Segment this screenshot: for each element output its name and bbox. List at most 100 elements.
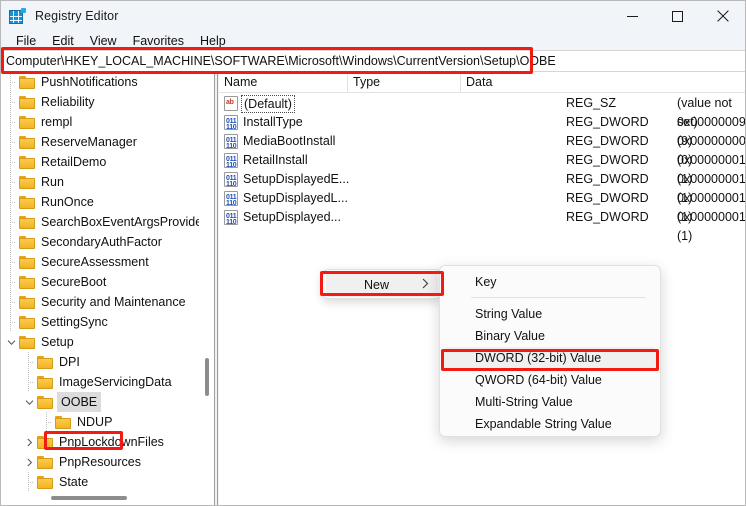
submenu-item-key[interactable]: Key [444,271,656,293]
context-menu-item-new[interactable]: New [326,273,438,297]
folder-icon [37,435,54,449]
chevron-right-icon[interactable] [21,432,37,452]
tree-horizontal-scrollbar[interactable] [1,491,214,505]
tree-guide-line [3,312,19,332]
tree-item-label: rempl [41,115,73,129]
tree-item-reservemanager[interactable]: ReserveManager [1,132,197,152]
table-row[interactable]: 011 110 SetupDisplayedE... REG_DWORD 0x00000… [219,170,745,205]
tree-item-runonce[interactable]: RunOnce [1,192,197,212]
tree-guide-line [3,72,19,92]
folder-icon [19,255,36,269]
folder-icon [37,475,54,489]
registry-tree-pane[interactable]: PushNotifications Reliability rempl Reserve… [1,72,214,505]
folder-icon [19,155,36,169]
submenu-item-string-value[interactable]: String Value [444,303,656,325]
submenu-item-dword-32-bit-value[interactable]: DWORD (32-bit) Value [444,347,656,369]
tree-item-secondaryauthfactor[interactable]: SecondaryAuthFactor [1,232,197,252]
new-submenu: Key String Value Binary Value DWORD (32-bit… [439,265,661,437]
tree-item-setup[interactable]: Setup [1,332,197,352]
tree-item-label: SecondaryAuthFactor [41,235,162,249]
chevron-right-icon[interactable] [21,452,37,472]
minimize-button[interactable] [610,1,655,31]
tree-guide-line [3,172,19,192]
chevron-down-icon[interactable] [21,392,37,412]
dword-value-icon: 011 110 [224,153,238,168]
maximize-button[interactable] [655,1,700,31]
address-bar[interactable]: Computer\HKEY_LOCAL_MACHINE\SOFTWARE\Mic… [1,50,745,72]
tree-item-pnpresources[interactable]: PnpResources [1,452,197,472]
submenu-item-qword-64-bit-value[interactable]: QWORD (64-bit) Value [444,369,656,391]
folder-icon [55,415,72,429]
tree-item-security-and-maintenance[interactable]: Security and Maintenance [1,292,197,312]
dword-value-icon: 011 110 [224,210,238,225]
value-type-cell: REG_DWORD [566,134,649,148]
tree-item-dpi[interactable]: DPI [1,352,197,372]
tree-item-ndup[interactable]: NDUP [1,412,197,432]
table-row[interactable]: 011 110 SetupDisplayed... REG_DWORD 0x000000… [219,208,745,243]
submenu-item-label: DWORD (32-bit) Value [475,351,602,365]
tree-item-label: RunOnce [41,195,94,209]
registry-editor-window: Registry Editor File Edit View Favorites… [0,0,746,506]
table-row[interactable]: 011 110 SetupDisplayedL... REG_DWORD 0x00000… [219,189,745,224]
chevron-down-icon[interactable] [3,332,19,352]
tree-item-label: Reliability [41,95,95,109]
folder-icon [19,75,36,89]
column-header-data[interactable]: Data [461,72,745,93]
folder-icon [37,375,54,389]
tree-item-label: ReserveManager [41,135,137,149]
table-row[interactable]: ab (Default) REG_SZ (value not set) [219,94,745,129]
tree-guide-line [3,292,19,312]
tree-item-label: Run [41,175,64,189]
submenu-item-multi-string-value[interactable]: Multi-String Value [444,391,656,413]
tree-item-settingsync[interactable]: SettingSync [1,312,197,332]
tree-item-state[interactable]: State [1,472,197,492]
table-row[interactable]: 011 110 InstallType REG_DWORD 0x00000009 (9) [219,113,745,148]
menu-help[interactable]: Help [192,33,234,49]
folder-icon [19,115,36,129]
context-menu-new: New [322,269,442,299]
value-type-cell: REG_DWORD [566,115,649,129]
tree-item-label: PnpResources [59,455,141,469]
menu-favorites[interactable]: Favorites [125,33,192,49]
column-header-name[interactable]: Name [219,72,348,93]
tree-item-label: RetailDemo [41,155,107,169]
tree-item-label: PnpLockdownFiles [59,435,164,449]
tree-item-pnplockdownfiles[interactable]: PnpLockdownFiles [1,432,197,452]
tree-item-imageservicingdata[interactable]: ImageServicingData [1,372,197,392]
tree-item-run[interactable]: Run [1,172,197,192]
tree-item-secureboot[interactable]: SecureBoot [1,272,197,292]
table-row[interactable]: 011 110 RetailInstall REG_DWORD 0x00000001 (… [219,151,745,186]
table-row[interactable]: 011 110 MediaBootInstall REG_DWORD 0x0000000… [219,132,745,167]
menu-bar: File Edit View Favorites Help [1,31,745,51]
folder-icon [19,315,36,329]
tree-guide-line [3,212,19,232]
tree-vertical-scrollbar-thumb[interactable] [205,358,209,396]
menu-file[interactable]: File [8,33,44,49]
dword-value-icon: 011 110 [224,115,238,130]
menu-view[interactable]: View [82,33,125,49]
tree-item-pushnotifications[interactable]: PushNotifications [1,72,197,92]
tree-item-secureassessment[interactable]: SecureAssessment [1,252,197,272]
folder-icon [19,175,36,189]
submenu-item-expandable-string-value[interactable]: Expandable String Value [444,413,656,435]
tree-vertical-scrollbar[interactable] [199,72,214,491]
tree-horizontal-scrollbar-thumb[interactable] [51,496,127,500]
window-controls [610,1,745,31]
dword-value-icon: 011 110 [224,191,238,206]
folder-icon [37,355,54,369]
pane-splitter[interactable] [214,72,218,505]
tree-guide-line [3,232,19,252]
tree-item-searchboxeventargsprovider[interactable]: SearchBoxEventArgsProvider [1,212,206,232]
tree-item-label: Setup [41,335,74,349]
column-header-type[interactable]: Type [348,72,461,93]
tree-item-label: ImageServicingData [59,375,172,389]
close-button[interactable] [700,1,745,31]
tree-item-rempl[interactable]: rempl [1,112,197,132]
submenu-item-label: Multi-String Value [475,395,573,409]
menu-edit[interactable]: Edit [44,33,82,49]
tree-item-retaildemo[interactable]: RetailDemo [1,152,197,172]
tree-item-reliability[interactable]: Reliability [1,92,197,112]
submenu-item-binary-value[interactable]: Binary Value [444,325,656,347]
tree-item-oobe[interactable]: OOBE [1,392,197,412]
value-name-cell: InstallType [243,115,303,129]
